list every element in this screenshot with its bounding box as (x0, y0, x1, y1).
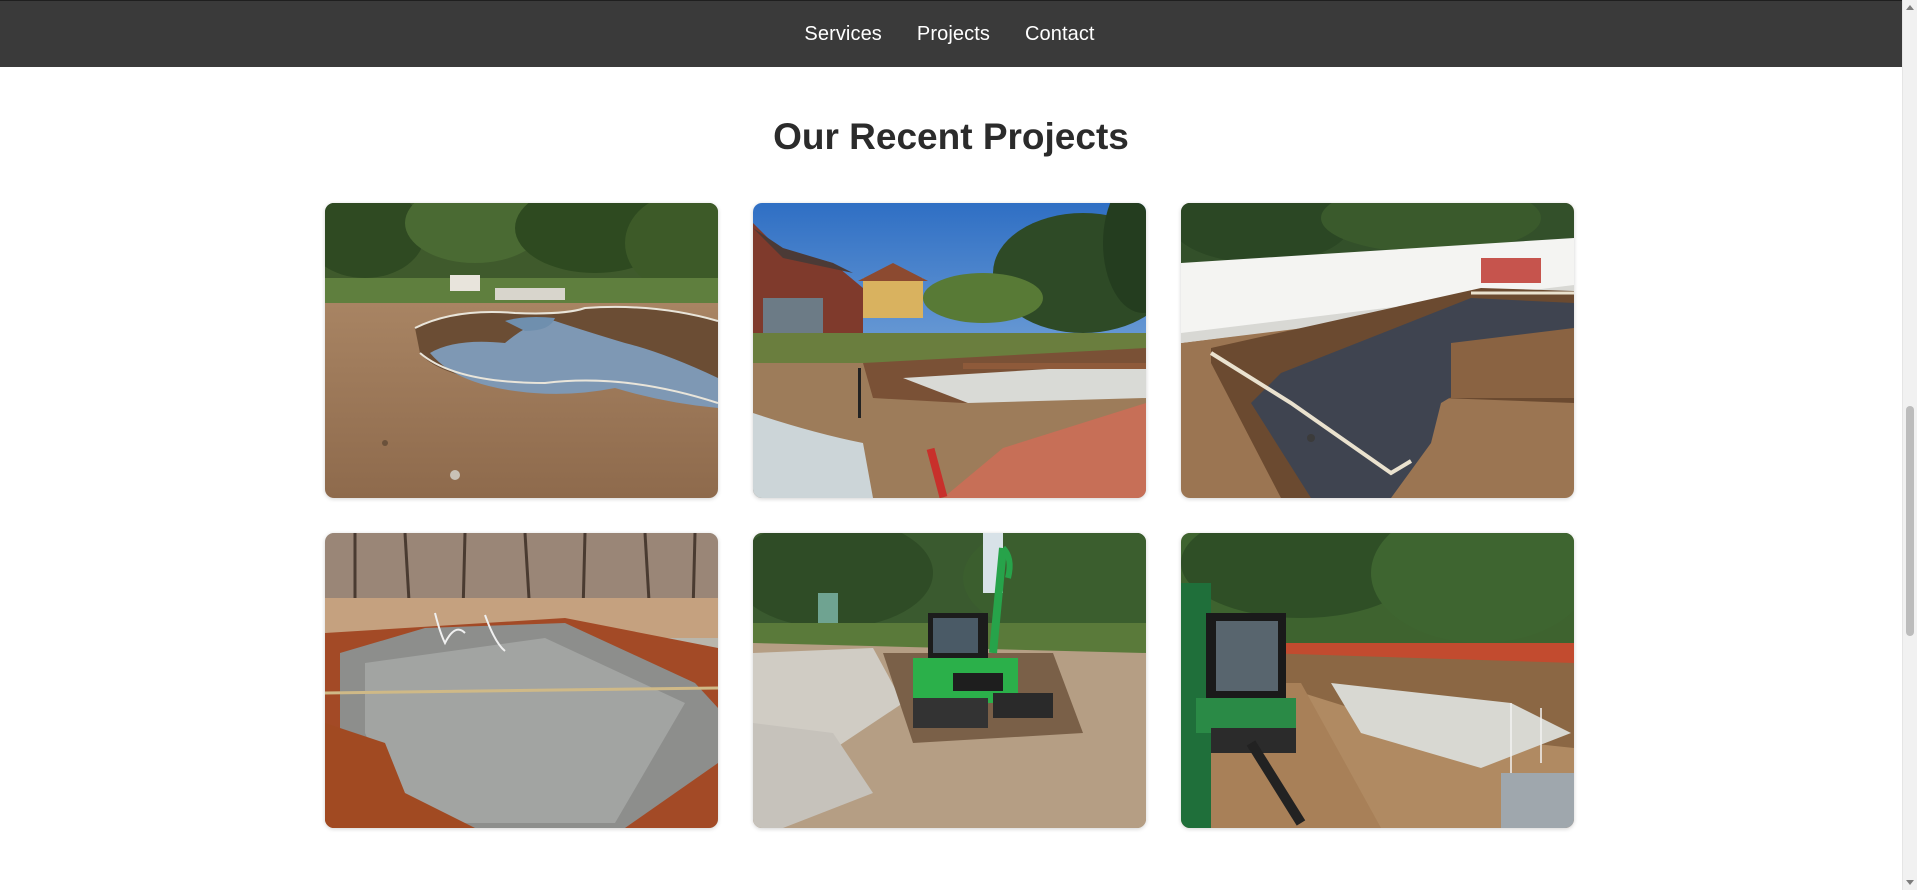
nav-link-services[interactable]: Services (804, 23, 882, 46)
project-gallery (325, 203, 1574, 828)
top-navbar: Services Projects Contact (0, 0, 1902, 67)
page: Services Projects Contact Our Recent Pro… (0, 0, 1917, 890)
nav-links: Services Projects Contact (804, 23, 1097, 46)
project-photo-excavator-demolition[interactable] (753, 533, 1146, 828)
vertical-scrollbar[interactable] (1902, 0, 1917, 890)
project-photo-excavator-at-pool-site[interactable] (1181, 533, 1574, 828)
project-photo-l-shaped-pool-by-fence[interactable] (1181, 203, 1574, 498)
section-heading: Our Recent Projects (773, 116, 1129, 157)
scroll-down-arrow-icon[interactable] (1906, 880, 1914, 885)
project-photo-pool-dig-by-brick-house[interactable] (753, 203, 1146, 498)
scroll-up-arrow-icon[interactable] (1906, 5, 1914, 10)
nav-link-projects[interactable]: Projects (917, 23, 990, 46)
scrollbar-thumb[interactable] (1906, 406, 1914, 636)
project-photo-freeform-pool-excavation[interactable] (325, 203, 718, 498)
nav-link-contact[interactable]: Contact (1025, 23, 1095, 46)
project-photo-rectangular-pool-in-woods[interactable] (325, 533, 718, 828)
